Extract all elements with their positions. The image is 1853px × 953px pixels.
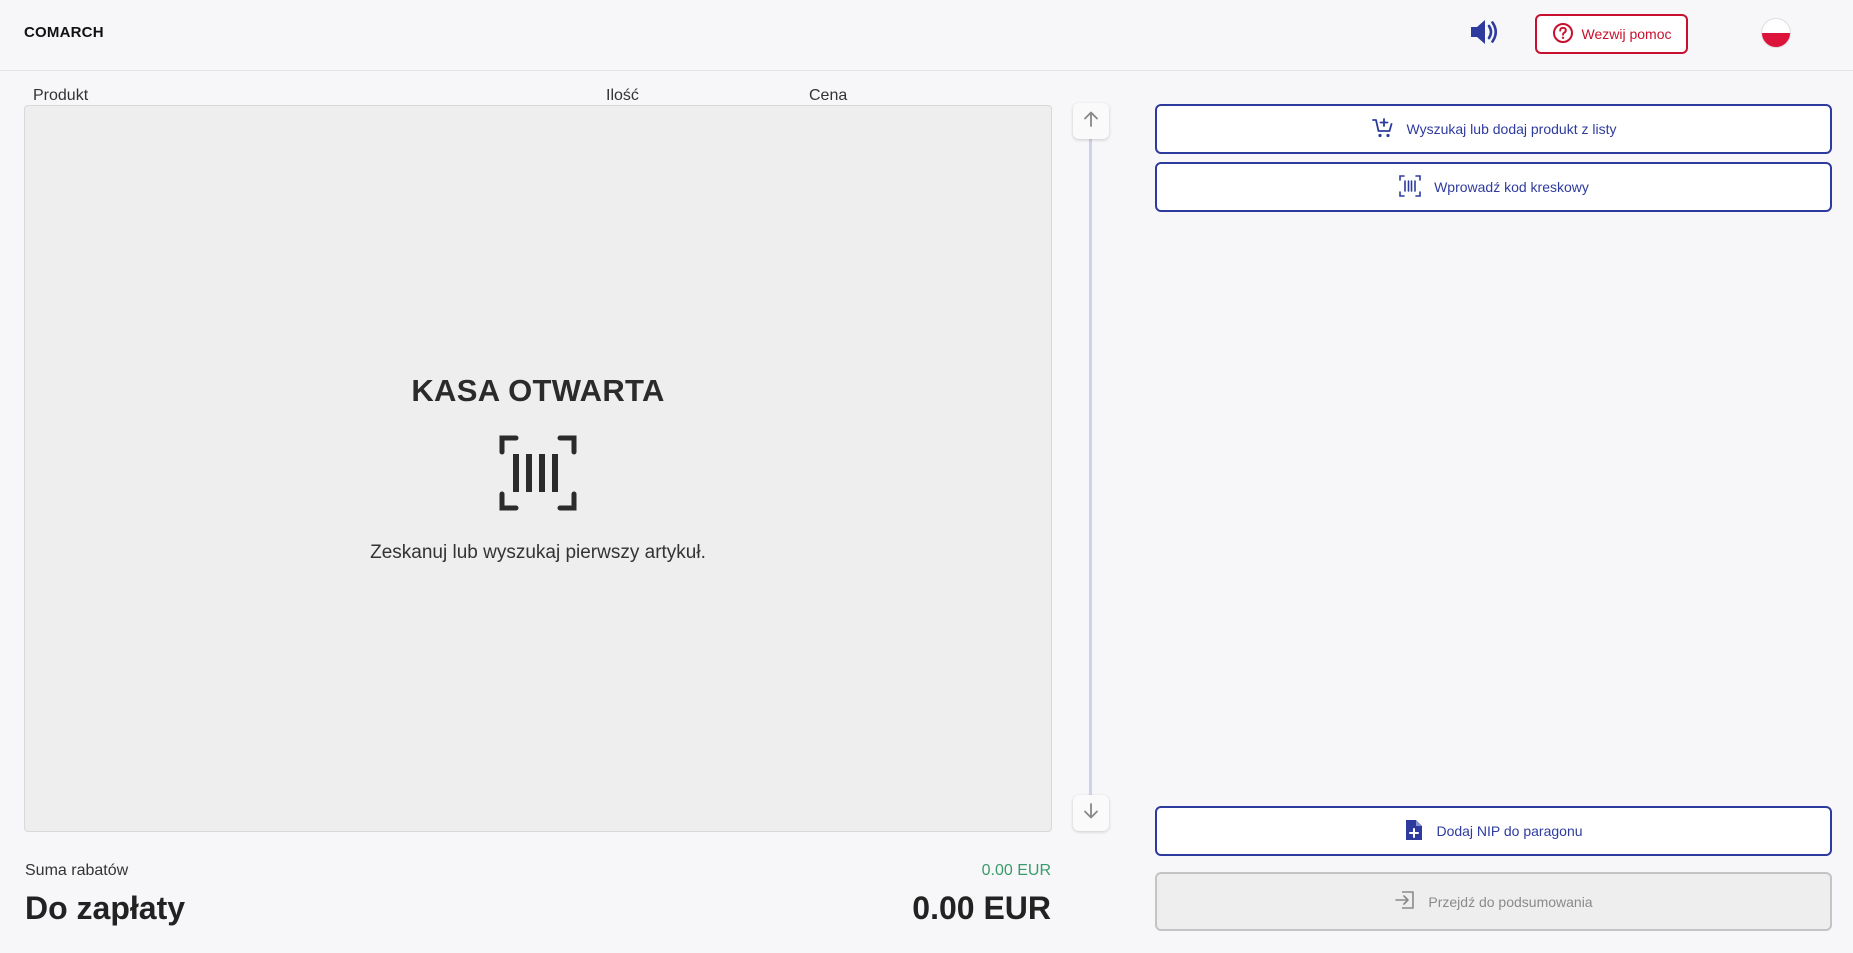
cart-list: KASA OTWARTA Zeskanuj lub wyszukaj pierw…: [24, 105, 1052, 832]
search-product-button[interactable]: Wyszukaj lub dodaj produkt z listy: [1155, 104, 1832, 154]
call-help-label: Wezwij pomoc: [1581, 26, 1672, 42]
scroll-up-button[interactable]: [1073, 103, 1109, 139]
empty-cart-state: KASA OTWARTA Zeskanuj lub wyszukaj pierw…: [25, 373, 1051, 564]
search-product-label: Wyszukaj lub dodaj produkt z listy: [1406, 121, 1617, 137]
question-circle-icon: [1552, 22, 1574, 47]
to-pay-value: 0.00 EUR: [912, 890, 1051, 926]
barcode-icon: [1398, 174, 1422, 201]
column-header-product: Produkt: [33, 87, 89, 104]
arrow-up-icon: [1082, 110, 1100, 133]
document-add-icon: [1404, 818, 1424, 845]
enter-barcode-button[interactable]: Wprowadź kod kreskowy: [1155, 162, 1832, 212]
enter-barcode-label: Wprowadź kod kreskowy: [1434, 179, 1589, 195]
barcode-scan-icon: [499, 435, 577, 516]
scrollbar-track[interactable]: [1089, 138, 1092, 798]
login-arrow-icon: [1394, 889, 1416, 914]
discount-sum-label: Suma rabatów: [25, 862, 129, 879]
poland-flag-icon[interactable]: [1761, 18, 1791, 48]
call-help-button[interactable]: Wezwij pomoc: [1535, 14, 1688, 54]
go-to-summary-label: Przejdź do podsumowania: [1428, 893, 1593, 910]
cart-add-icon: [1371, 116, 1395, 143]
column-header-price: Cena: [809, 87, 848, 104]
scroll-down-button[interactable]: [1073, 795, 1109, 831]
arrow-down-icon: [1082, 802, 1100, 825]
empty-cart-title: KASA OTWARTA: [411, 373, 665, 408]
add-nip-label: Dodaj NIP do paragonu: [1436, 823, 1583, 839]
brand-logo: COMARCH: [24, 24, 104, 41]
speaker-icon: [1468, 17, 1500, 52]
column-header-quantity: Ilość: [606, 87, 639, 104]
top-bar: COMARCH Wezwij pomoc: [0, 0, 1853, 71]
go-to-summary-button[interactable]: Przejdź do podsumowania: [1155, 872, 1832, 931]
empty-cart-message: Zeskanuj lub wyszukaj pierwszy artykuł.: [370, 542, 706, 563]
add-nip-button[interactable]: Dodaj NIP do paragonu: [1155, 806, 1832, 856]
sound-button[interactable]: [1466, 18, 1502, 50]
to-pay-label: Do zapłaty: [25, 890, 186, 926]
discount-sum-value: 0.00 EUR: [981, 862, 1051, 879]
